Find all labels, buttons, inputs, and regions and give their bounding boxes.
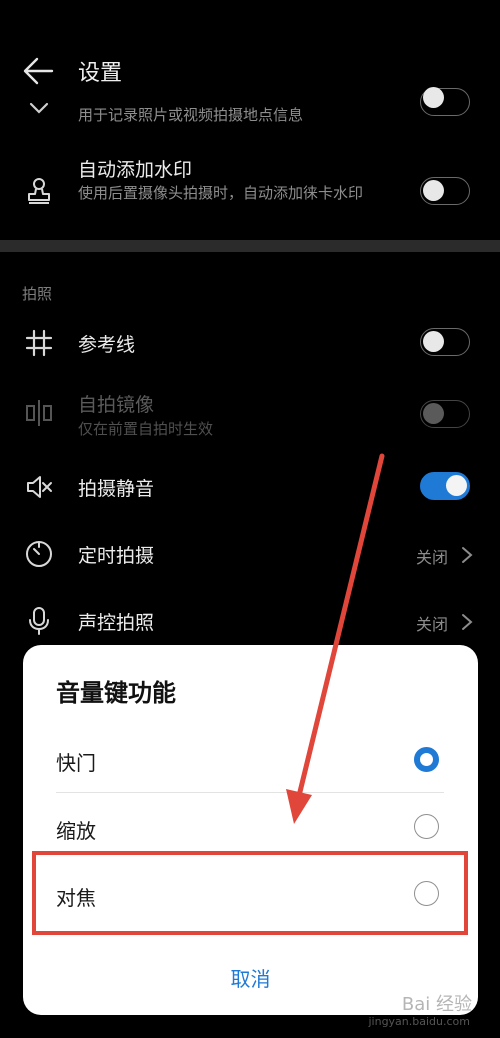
timer-chevron-right-icon[interactable]	[460, 546, 474, 564]
page-title: 设置	[78, 61, 123, 86]
mirror-description: 仅在前置自拍时生效	[78, 420, 214, 438]
mirror-toggle[interactable]	[420, 400, 470, 428]
microphone-icon	[29, 607, 49, 635]
grid-title: 参考线	[78, 334, 136, 356]
baidu-watermark-url: jingyan.baidu.com	[368, 1015, 470, 1028]
radio-shutter[interactable]	[414, 747, 439, 772]
section-divider	[0, 240, 500, 252]
timer-status: 关闭	[415, 548, 448, 567]
radio-zoom[interactable]	[414, 814, 439, 839]
annotation-highlight-box	[32, 851, 468, 935]
voice-chevron-right-icon[interactable]	[460, 613, 474, 631]
voice-status: 关闭	[415, 615, 448, 634]
watermark-description: 使用后置摄像头拍摄时，自动添加徕卡水印	[78, 184, 364, 202]
grid-toggle[interactable]	[420, 328, 470, 356]
location-toggle[interactable]	[420, 87, 470, 116]
option-shutter[interactable]: 快门	[56, 747, 96, 776]
mute-title: 拍摄静音	[78, 478, 155, 500]
cancel-button[interactable]: 取消	[23, 963, 478, 992]
voice-title: 声控拍照	[78, 612, 155, 634]
grid-icon	[25, 329, 53, 357]
option-zoom[interactable]: 缩放	[56, 815, 96, 844]
watermark-toggle[interactable]	[420, 177, 470, 205]
timer-title: 定时拍摄	[78, 545, 155, 567]
volume-key-dialog: 音量键功能 快门 缩放 对焦 取消	[23, 645, 478, 1015]
section-header-photo: 拍照	[22, 285, 53, 303]
watermark-title: 自动添加水印	[78, 159, 193, 181]
stamp-icon	[28, 178, 50, 204]
speaker-mute-icon	[27, 476, 52, 498]
location-chevron-icon	[29, 102, 49, 114]
location-description: 用于记录照片或视频拍摄地点信息	[78, 106, 304, 124]
back-arrow-icon[interactable]	[22, 56, 56, 86]
option-divider	[56, 792, 444, 793]
mirror-title: 自拍镜像	[78, 394, 155, 416]
baidu-watermark: Bai 经验	[401, 994, 472, 1015]
mute-toggle[interactable]	[420, 472, 470, 500]
mirror-icon	[26, 400, 52, 426]
dialog-title: 音量键功能	[56, 679, 176, 707]
timer-icon	[26, 541, 52, 567]
